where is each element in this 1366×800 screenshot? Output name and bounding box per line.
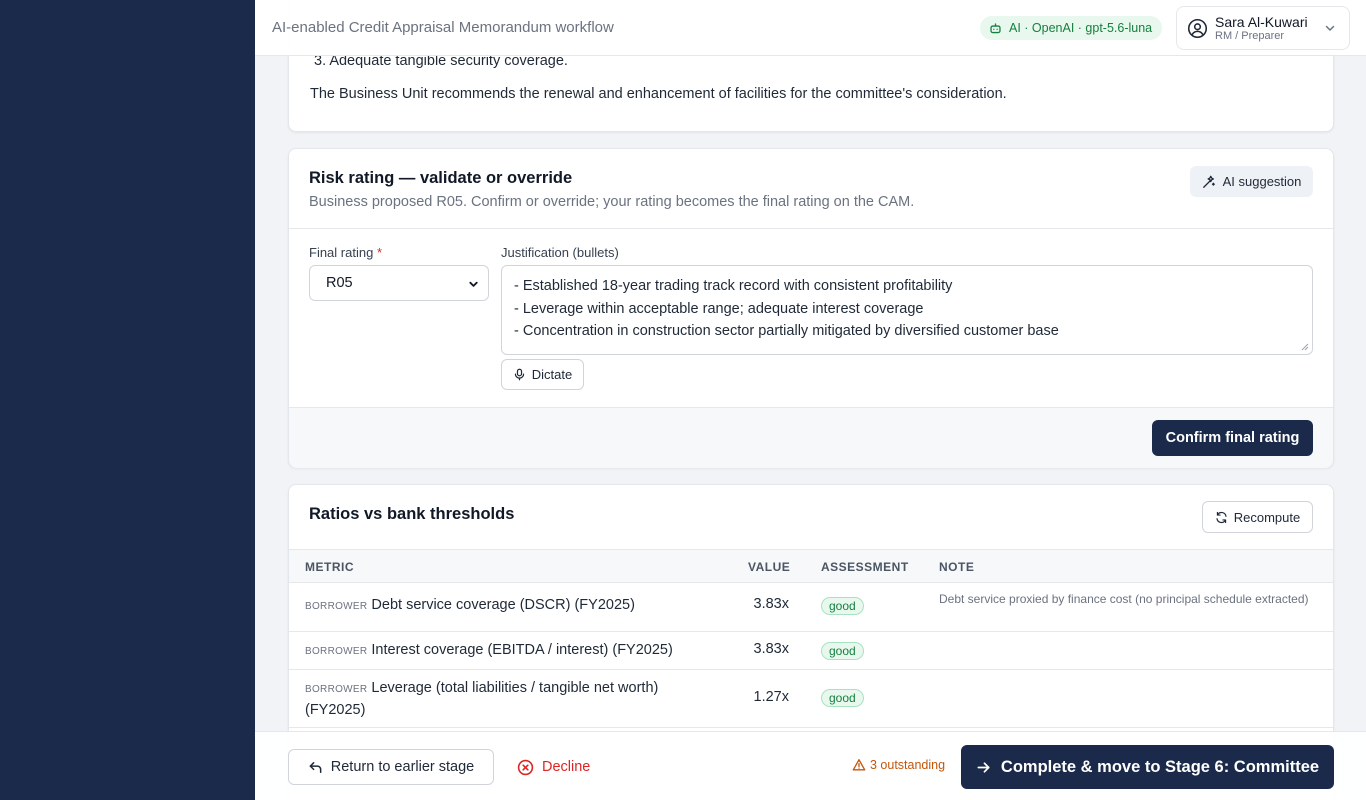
- recompute-button[interactable]: Recompute: [1202, 501, 1313, 533]
- bottom-action-bar: Return to earlier stage Decline 3 outsta…: [255, 731, 1366, 800]
- chevron-down-icon: [1325, 25, 1335, 31]
- metric-name: Debt service coverage (DSCR) (FY2025): [371, 597, 635, 613]
- x-circle-icon: [517, 759, 534, 775]
- metric-name: Interest coverage (EBITDA / interest) (F…: [371, 642, 673, 658]
- justification-line: - Leverage within acceptable range; adeq…: [514, 300, 924, 317]
- chevron-down-icon: [469, 281, 478, 287]
- column-header-value: VALUE: [748, 560, 791, 574]
- metric-cell: BORROWER Interest coverage (EBITDA / inte…: [305, 640, 673, 662]
- user-role: RM / Preparer: [1215, 30, 1285, 42]
- note-cell: Debt service proxied by finance cost (no…: [939, 592, 1309, 606]
- ratios-table-header: METRIC VALUE ASSESSMENT NOTE: [289, 549, 1333, 582]
- arrow-right-icon: [977, 761, 990, 773]
- risk-rating-subtitle: Business proposed R05. Confirm or overri…: [309, 194, 915, 210]
- final-rating-label: Final rating *: [309, 245, 382, 260]
- risk-rating-footer: Confirm final rating: [289, 407, 1333, 468]
- return-arrow-icon: [309, 761, 322, 773]
- final-rating-value: R05: [326, 275, 353, 291]
- justification-label: Justification (bullets): [501, 245, 619, 260]
- return-label: Return to earlier stage: [330, 759, 475, 775]
- final-rating-label-text: Final rating: [309, 245, 374, 260]
- table-row: BORROWER Debt service coverage (DSCR) (FY…: [289, 582, 1333, 631]
- table-row: BORROWER Interest coverage (EBITDA / inte…: [289, 631, 1333, 669]
- final-rating-select[interactable]: R05: [309, 265, 489, 301]
- risk-rating-title: Risk rating — validate or override: [309, 169, 573, 187]
- outstanding-warning: 3 outstanding: [852, 758, 945, 772]
- column-header-note: NOTE: [939, 560, 975, 574]
- column-header-assessment: ASSESSMENT: [821, 560, 909, 574]
- top-header: AI-enabled Credit Appraisal Memorandum w…: [255, 0, 1366, 56]
- metric-cell: BORROWER Leverage (total liabilities / ta…: [305, 678, 685, 720]
- ai-model-badge: AI · OpenAI · gpt-5.6-luna: [980, 16, 1163, 40]
- justification-textarea[interactable]: - Established 18-year trading track reco…: [501, 265, 1313, 355]
- value-cell: 3.83x: [753, 641, 789, 657]
- value-cell: 1.27x: [753, 689, 789, 705]
- required-marker: *: [376, 245, 382, 260]
- refresh-icon: [1216, 511, 1227, 523]
- assessment-badge: good: [821, 597, 864, 615]
- magic-wand-icon: [1202, 175, 1215, 188]
- microphone-icon: [514, 368, 524, 381]
- borrower-tag: BORROWER: [305, 684, 368, 695]
- page-title: AI-enabled Credit Appraisal Memorandum w…: [272, 19, 614, 36]
- decline-button[interactable]: Decline: [517, 749, 590, 785]
- assessment-badge: good: [821, 642, 864, 660]
- ai-suggestion-label: AI suggestion: [1222, 174, 1302, 189]
- recompute-label: Recompute: [1233, 509, 1301, 525]
- confirm-final-rating-button[interactable]: Confirm final rating: [1152, 420, 1313, 456]
- assessment-badge: good: [821, 689, 864, 707]
- column-header-metric: METRIC: [305, 560, 354, 574]
- dictate-label: Dictate: [531, 367, 573, 382]
- ai-suggestion-button[interactable]: AI suggestion: [1190, 166, 1313, 197]
- borrower-tag: BORROWER: [305, 646, 368, 657]
- ai-model-label: AI · OpenAI · gpt-5.6-luna: [1009, 21, 1153, 35]
- complete-and-move-button[interactable]: Complete & move to Stage 6: Committee: [961, 745, 1334, 789]
- risk-rating-card: Risk rating — validate or override Busin…: [288, 148, 1334, 468]
- summary-recommendation: The Business Unit recommends the renewal…: [310, 86, 1007, 102]
- robot-icon: [990, 22, 1001, 33]
- outstanding-label: 3 outstanding: [870, 758, 946, 772]
- complete-label: Complete & move to Stage 6: Committee: [1000, 757, 1320, 776]
- justification-line: - Established 18-year trading track reco…: [514, 278, 953, 294]
- table-row: BORROWER Leverage (total liabilities / ta…: [289, 669, 1333, 727]
- resize-handle-icon[interactable]: [1301, 343, 1309, 351]
- return-to-earlier-stage-button[interactable]: Return to earlier stage: [288, 749, 494, 785]
- user-menu[interactable]: Sara Al-Kuwari RM / Preparer: [1176, 6, 1350, 50]
- borrower-tag: BORROWER: [305, 601, 368, 612]
- sidebar: [0, 0, 255, 800]
- user-name: Sara Al-Kuwari: [1215, 14, 1308, 30]
- decline-label: Decline: [542, 759, 591, 775]
- value-cell: 3.83x: [753, 596, 789, 612]
- justification-line: - Concentration in construction sector p…: [514, 323, 1059, 339]
- dictate-button[interactable]: Dictate: [501, 359, 584, 390]
- warning-triangle-icon: [852, 759, 866, 771]
- metric-cell: BORROWER Debt service coverage (DSCR) (FY…: [305, 595, 635, 617]
- divider: [289, 228, 1333, 229]
- user-avatar-icon: [1187, 18, 1208, 39]
- ratios-title: Ratios vs bank thresholds: [309, 505, 515, 523]
- main-content: AI-enabled Credit Appraisal Memorandum w…: [255, 0, 1366, 800]
